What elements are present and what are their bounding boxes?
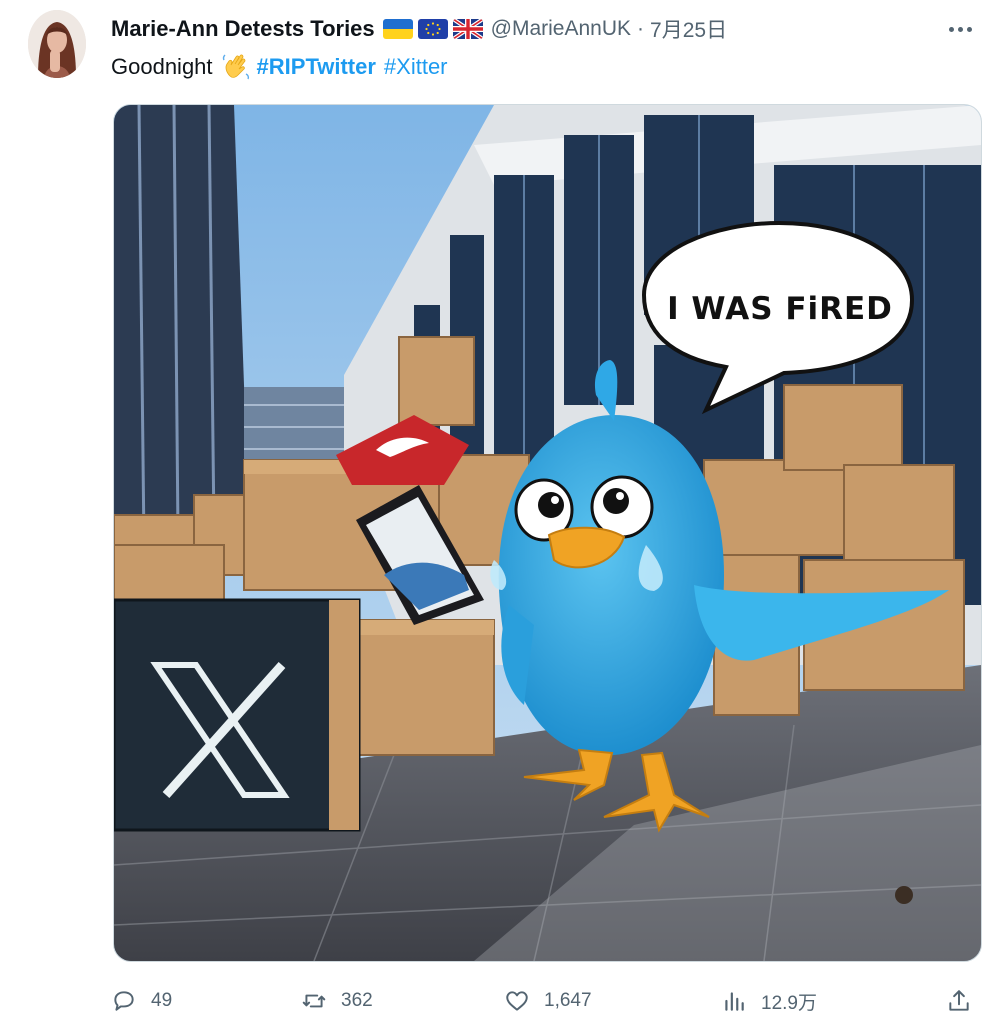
timestamp[interactable]: 7月25日 — [650, 14, 727, 44]
flag-emojis — [382, 19, 483, 39]
reply-button[interactable]: 49 — [111, 978, 172, 1024]
tweet-image[interactable]: I WAS FiRED — [113, 104, 982, 962]
tweet-actions: 49 362 1,647 12.9万 — [111, 978, 978, 1024]
display-name[interactable]: Marie-Ann Detests Tories — [111, 16, 375, 42]
views-chart-icon — [721, 988, 747, 1014]
separator-dot: · — [637, 17, 645, 40]
views-button[interactable]: 12.9万 — [721, 978, 817, 1024]
like-count: 1,647 — [544, 990, 592, 1011]
retweet-button[interactable]: 362 — [301, 978, 373, 1024]
share-button[interactable] — [946, 978, 972, 1024]
speech-bubble-text: I WAS FiRED — [667, 291, 893, 327]
waving-hand-icon — [221, 52, 251, 82]
tweet-text-body: Goodnight — [111, 54, 213, 79]
ukraine-flag-icon — [382, 19, 413, 39]
uk-flag-icon — [452, 19, 483, 39]
retweet-count: 362 — [341, 990, 373, 1011]
eu-flag-icon — [417, 19, 448, 39]
heart-icon — [504, 988, 530, 1014]
reply-icon — [111, 988, 137, 1014]
more-options-button[interactable] — [942, 14, 978, 44]
tweet-text: Goodnight #RIPTwitter #Xitter — [111, 50, 456, 84]
tweet: Marie-Ann Detests Tories @MarieAnnUK · 7… — [0, 0, 1000, 1031]
more-dot — [957, 26, 963, 32]
hashtag-xitter[interactable]: #Xitter — [384, 54, 448, 80]
more-dots-icon — [948, 26, 954, 32]
like-button[interactable]: 1,647 — [504, 978, 592, 1024]
more-dot — [966, 26, 972, 32]
reply-count: 49 — [151, 990, 173, 1011]
views-count: 12.9万 — [761, 992, 817, 1014]
share-icon — [946, 988, 972, 1014]
hashtag-riptwitter[interactable]: #RIPTwitter — [257, 54, 376, 80]
avatar[interactable] — [28, 10, 86, 78]
tweet-header: Marie-Ann Detests Tories @MarieAnnUK · 7… — [111, 12, 930, 46]
user-handle[interactable]: @MarieAnnUK — [491, 17, 631, 41]
retweet-icon — [301, 988, 327, 1014]
